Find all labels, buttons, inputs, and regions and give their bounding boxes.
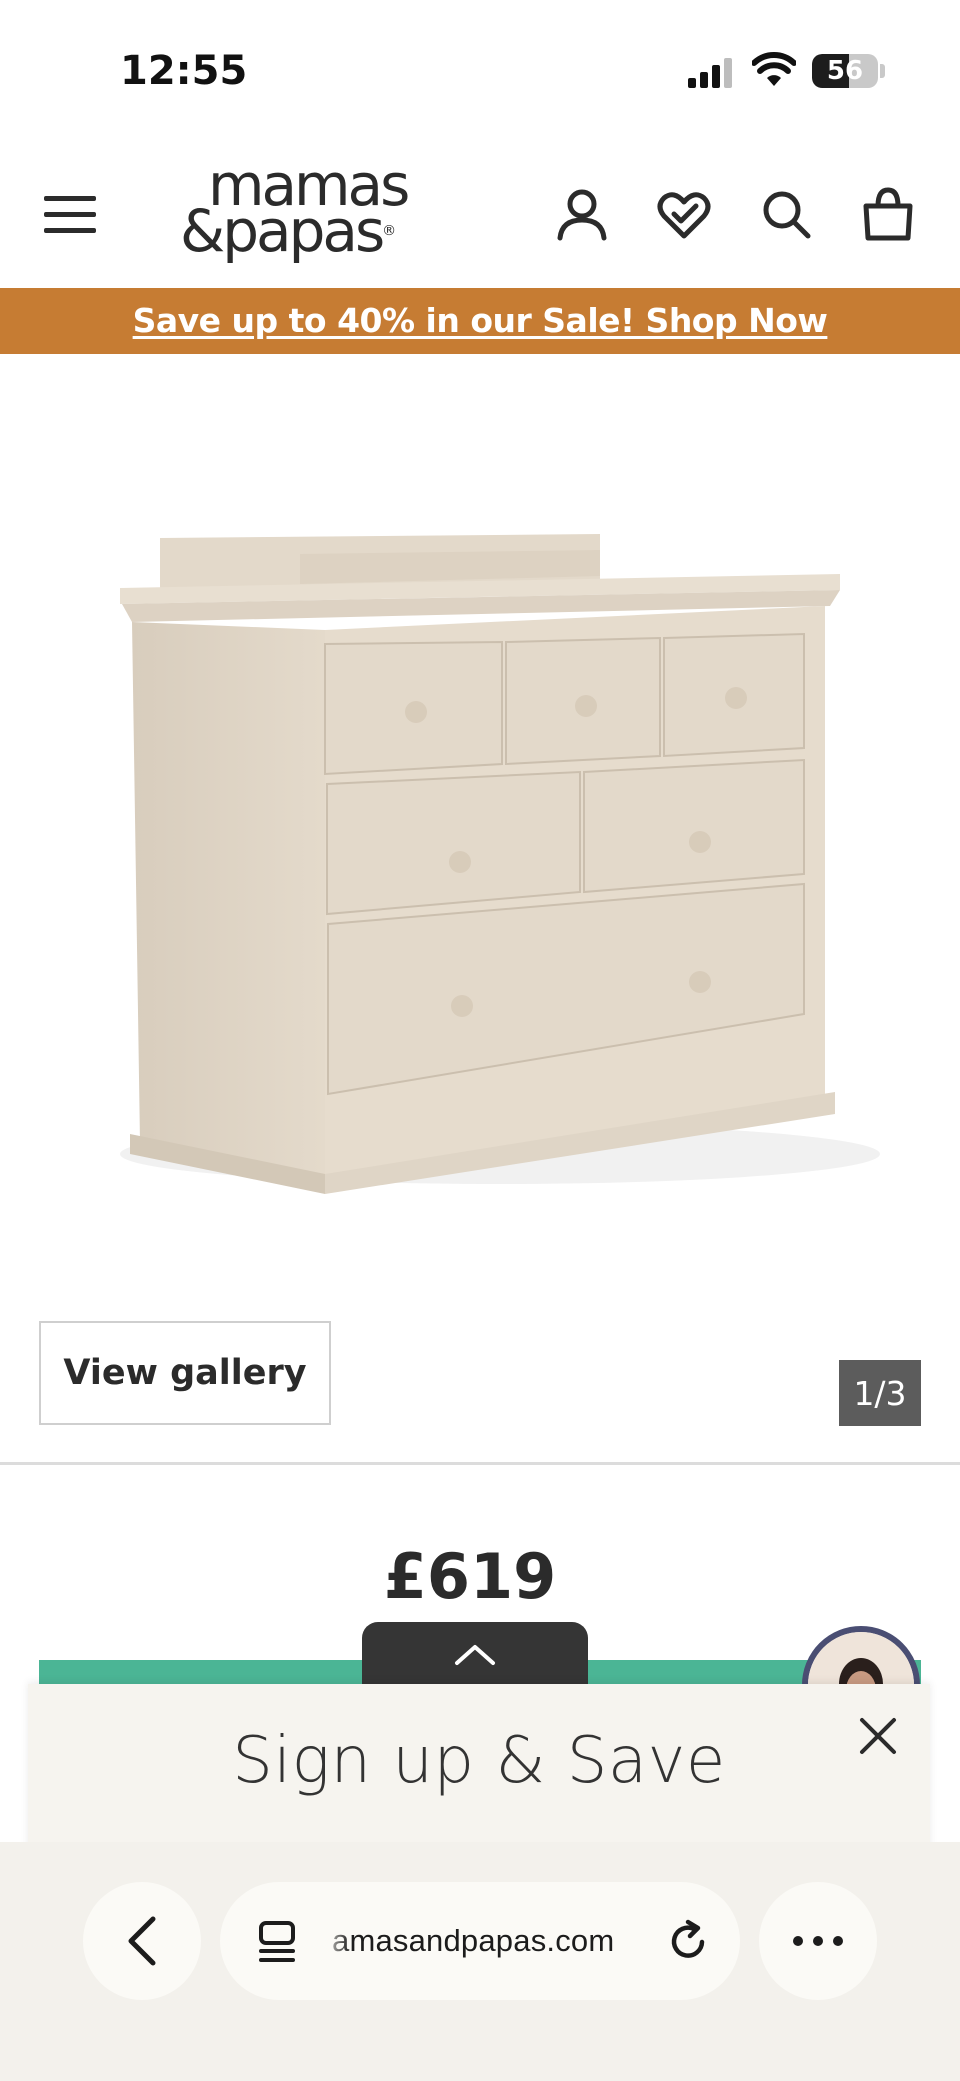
product-image-changing-dresser[interactable] xyxy=(60,494,900,1194)
expand-panel-tab[interactable] xyxy=(362,1622,588,1688)
status-time: 12:55 xyxy=(120,48,248,94)
chevron-up-icon xyxy=(455,1645,495,1665)
promo-banner: Save up to 40% in our Sale! Shop Now xyxy=(0,288,960,354)
reload-icon[interactable] xyxy=(666,1918,712,1964)
image-counter: 1/3 xyxy=(839,1360,921,1426)
back-chevron-icon xyxy=(128,1916,156,1966)
logo-line-2-text: &papas xyxy=(180,197,385,265)
back-button[interactable] xyxy=(83,1882,201,2000)
more-icon xyxy=(793,1936,843,1946)
logo-registered-mark: ® xyxy=(382,223,397,239)
battery-percent: 56 xyxy=(826,56,864,86)
promo-link[interactable]: Save up to 40% in our Sale! Shop Now xyxy=(133,301,828,340)
wifi-icon xyxy=(752,52,796,86)
signup-overlay: Sign up & Save xyxy=(28,1684,930,1864)
battery-tip xyxy=(880,64,885,78)
url-fade xyxy=(320,1902,350,1980)
wishlist-heart-icon[interactable] xyxy=(654,184,714,244)
search-icon[interactable] xyxy=(756,184,816,244)
product-price: £619 xyxy=(383,1540,557,1613)
more-button[interactable] xyxy=(759,1882,877,2000)
product-gallery: View gallery 1/3 xyxy=(0,354,960,1464)
cellular-signal-icon xyxy=(688,58,732,88)
url-text[interactable]: amasandpapas.com xyxy=(332,1882,614,2000)
tabs-icon[interactable] xyxy=(258,1920,298,1964)
view-gallery-button[interactable]: View gallery xyxy=(39,1321,331,1425)
signup-title[interactable]: Sign up & Save xyxy=(28,1724,930,1798)
shopping-bag-icon[interactable] xyxy=(858,184,918,244)
hamburger-menu-icon[interactable] xyxy=(44,196,96,236)
address-bar[interactable]: amasandpapas.com xyxy=(220,1882,740,2000)
account-icon[interactable] xyxy=(552,184,612,244)
battery-icon: 56 xyxy=(812,54,878,88)
close-icon[interactable] xyxy=(856,1714,900,1758)
browser-toolbar: amasandpapas.com xyxy=(0,1842,960,2081)
site-header: mamas &papas® xyxy=(0,140,960,288)
status-bar: 12:55 56 xyxy=(0,0,960,140)
section-divider xyxy=(0,1462,960,1465)
brand-logo[interactable]: mamas &papas® xyxy=(180,156,440,268)
